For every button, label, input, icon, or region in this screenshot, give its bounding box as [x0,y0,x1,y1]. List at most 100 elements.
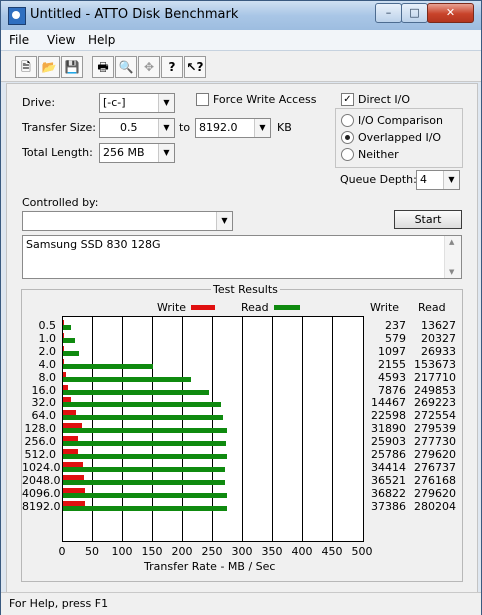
chevron-down-icon: ▼ [158,94,174,112]
write-value: 4593 [378,370,406,384]
read-bar [63,492,227,498]
read-value: 26933 [421,344,456,358]
to-label: to [179,121,191,134]
transfer-size-to-select[interactable]: 8192.0 ▼ [195,118,271,138]
io-comparison-radio[interactable] [341,114,354,127]
chart-gridline [242,317,243,541]
read-bar [63,350,79,356]
help-question-icon[interactable]: ? [161,56,183,78]
chevron-down-icon: ▼ [443,171,459,189]
write-value: 25903 [371,435,406,449]
queue-depth-label: Queue Depth: [340,173,417,186]
drive-label: Drive: [22,96,56,109]
write-value: 579 [385,331,406,345]
scroll-down-icon[interactable]: ▼ [449,268,454,276]
app-window: Untitled - ATTO Disk Benchmark – □ ✕ Fil… [0,0,482,615]
direct-io-checkbox[interactable]: ✓ [341,93,354,106]
description-text: Samsung SSD 830 128G [26,238,161,251]
read-bar [63,363,154,369]
x-tick-label: 450 [321,545,343,558]
read-value: 279620 [414,486,456,500]
x-axis-label: Transfer Rate - MB / Sec [144,560,276,573]
chart-category-label: 4.0 [38,357,57,371]
read-bar [63,389,210,395]
read-value: 217710 [414,370,456,384]
total-length-select[interactable]: 256 MB ▼ [99,143,175,163]
io-comparison-label: I/O Comparison [358,114,443,127]
close-button[interactable]: ✕ [427,3,474,23]
chart-category-label: 2048.0 [22,473,61,487]
settings-panel: Drive: [-c-] ▼ Force Write Access ✓ Dire… [6,83,478,593]
x-tick-label: 200 [171,545,193,558]
force-write-checkbox[interactable] [196,93,209,106]
x-tick-label: 500 [351,545,373,558]
chevron-down-icon: ▼ [254,119,270,137]
read-legend-label: Read [241,301,269,314]
x-tick-label: 150 [141,545,163,558]
print-preview-icon[interactable]: 🔍 [115,56,137,78]
write-value: 37386 [371,499,406,513]
description-textarea[interactable]: Samsung SSD 830 128G ▲ ▼ [22,235,462,279]
chart-category-label: 16.0 [31,383,57,397]
description-scrollbar[interactable]: ▲ ▼ [444,236,461,278]
write-value: 22598 [371,409,406,423]
x-tick-label: 100 [111,545,133,558]
read-bar [63,415,223,421]
test-results-title: Test Results [211,283,280,296]
write-value: 34414 [371,460,406,474]
read-value: 272554 [414,409,456,423]
queue-depth-select[interactable]: 4 ▼ [416,170,460,190]
transfer-size-from-select[interactable]: 0.5 ▼ [99,118,175,138]
move-icon[interactable]: ✥ [138,56,160,78]
overlapped-io-label: Overlapped I/O [358,131,442,144]
scroll-up-icon[interactable]: ▲ [449,238,454,246]
print-icon[interactable]: 🖶 [92,56,114,78]
menu-help[interactable]: Help [88,33,115,47]
write-legend-swatch [191,305,215,310]
new-document-icon[interactable]: 🗎 [15,56,37,78]
read-value: 276737 [414,460,456,474]
write-value: 1097 [378,344,406,358]
write-column-header: Write [370,301,400,314]
x-tick-label: 400 [291,545,313,558]
chart-category-label: 1024.0 [22,460,61,474]
chart-category-label: 4096.0 [22,486,61,500]
context-help-icon[interactable]: ↖? [184,56,206,78]
read-bar [63,479,225,485]
x-tick-label: 50 [85,545,99,558]
minimize-button[interactable]: – [375,3,402,23]
title-bar[interactable]: Untitled - ATTO Disk Benchmark – □ ✕ [1,1,481,30]
write-value: 36822 [371,486,406,500]
write-value: 31890 [371,422,406,436]
force-write-label: Force Write Access [213,93,317,106]
neither-radio[interactable] [341,148,354,161]
save-disk-icon[interactable]: 💾 [61,56,83,78]
menu-file[interactable]: File [9,33,29,47]
read-value: 249853 [414,383,456,397]
controlled-by-select[interactable]: ▼ [22,211,233,231]
status-text: For Help, press F1 [9,597,109,610]
maximize-button[interactable]: □ [401,3,428,23]
menu-view[interactable]: View [47,33,75,47]
x-tick-label: 350 [261,545,283,558]
transfer-size-label: Transfer Size: [22,121,97,134]
read-bar [63,325,71,330]
read-value: 269223 [414,396,456,410]
kb-label: KB [277,121,292,134]
read-bar [63,376,191,382]
drive-select[interactable]: [-c-] ▼ [99,93,175,113]
read-bar [63,402,221,408]
chevron-down-icon: ▼ [158,144,174,162]
chart-category-label: 8.0 [38,370,57,384]
chart-category-label: 256.0 [24,435,57,449]
overlapped-io-radio[interactable] [341,131,354,144]
status-bar: For Help, press F1 [1,592,481,615]
chart-gridline [332,317,333,541]
open-folder-icon[interactable]: 📂 [38,56,60,78]
x-tick-label: 0 [58,545,66,558]
read-value: 279620 [414,448,456,461]
read-value: 153673 [414,357,456,371]
write-value: 25786 [371,448,406,461]
start-button[interactable]: Start [394,210,462,229]
read-column-header: Read [418,301,446,314]
